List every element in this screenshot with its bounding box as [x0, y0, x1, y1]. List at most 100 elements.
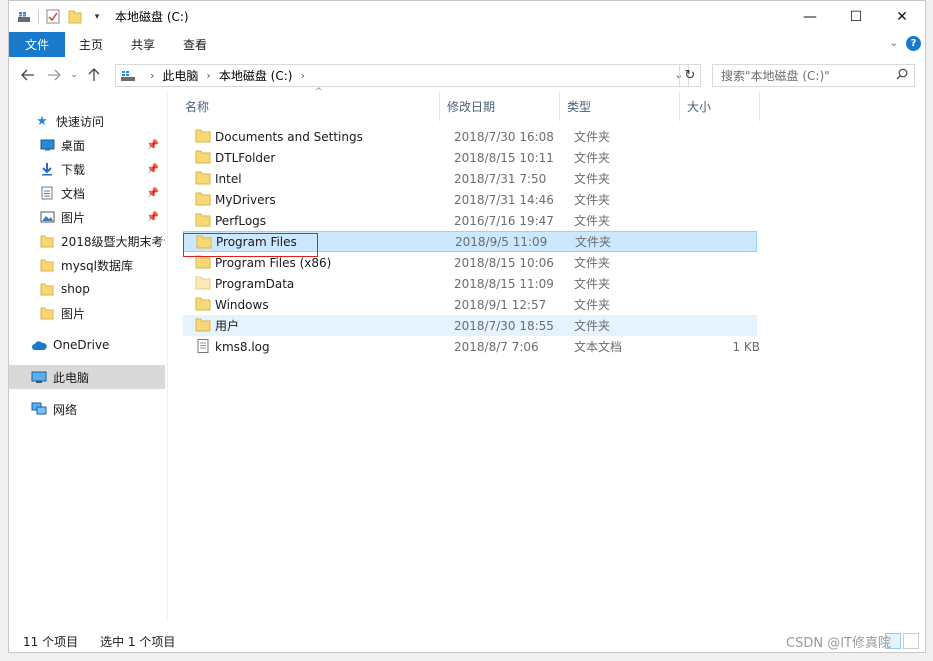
vertical-scrollbar[interactable]	[917, 91, 925, 621]
tab-file[interactable]: 文件	[9, 32, 66, 57]
tab-share[interactable]: 共享	[117, 32, 169, 57]
file-type: 文件夹	[574, 193, 611, 207]
table-row[interactable]: Documents and Settings 2018/7/30 16:08 文…	[183, 126, 757, 147]
tab-view[interactable]: 查看	[169, 32, 221, 57]
pin-icon[interactable]: 📌	[147, 164, 159, 175]
tab-home[interactable]: 主页	[65, 32, 117, 57]
sidebar-item-downloads[interactable]: 下载 📌	[9, 157, 165, 181]
breadcrumb-local-disk[interactable]: 本地磁盘 (C:)	[219, 67, 293, 84]
document-icon	[39, 185, 55, 201]
table-row[interactable]: ProgramData 2018/8/15 11:09 文件夹	[183, 273, 757, 294]
table-row[interactable]: MyDrivers 2018/7/31 14:46 文件夹	[183, 189, 757, 210]
sidebar-item-folder-exam[interactable]: 2018级暨大期末考试	[9, 229, 165, 253]
table-row[interactable]: kms8.log 2018/8/7 7:06 文本文档 1 KB	[183, 336, 760, 357]
folder-icon	[195, 150, 211, 164]
selected-count: 选中 1 个项目	[100, 634, 176, 649]
sidebar-item-pictures[interactable]: 图片 📌	[9, 205, 165, 229]
sidebar-item-folder-shop[interactable]: shop	[9, 277, 165, 301]
file-name: DTLFolder	[215, 150, 276, 165]
table-row[interactable]: DTLFolder 2018/8/15 10:11 文件夹	[183, 147, 757, 168]
table-row[interactable]: Intel 2018/7/31 7:50 文件夹	[183, 168, 757, 189]
table-row-hover[interactable]: 用户 2018/7/30 18:55 文件夹	[183, 315, 757, 336]
sidebar-item-label: OneDrive	[53, 338, 110, 352]
folder-icon	[195, 213, 211, 227]
file-date: 2018/8/15 11:09	[454, 276, 554, 291]
file-name: PerfLogs	[215, 213, 267, 228]
forward-arrow-icon	[48, 69, 61, 81]
chevron-right-icon[interactable]: ›	[206, 69, 210, 82]
file-name: Documents and Settings	[215, 129, 363, 144]
back-button[interactable]	[15, 63, 41, 87]
explorer-window: ▾ 本地磁盘 (C:) — ☐ ✕ 文件 主页 共享 查看 ⌄ ? ⌄ › 此电…	[8, 0, 926, 653]
properties-icon[interactable]	[45, 9, 61, 25]
pin-icon[interactable]: 📌	[147, 140, 159, 151]
column-header-label: 名称	[185, 99, 210, 114]
back-arrow-icon	[21, 69, 34, 81]
new-folder-icon[interactable]	[67, 9, 83, 25]
customize-dropdown-icon[interactable]: ▾	[89, 9, 105, 25]
sort-ascending-icon: ^	[315, 87, 323, 97]
sidebar-item-label: 2018级暨大期末考试	[61, 234, 165, 249]
column-header-label: 修改日期	[447, 99, 496, 114]
folder-icon	[195, 297, 211, 311]
sidebar-item-this-pc[interactable]: 此电脑	[9, 365, 165, 389]
sidebar-item-label: shop	[61, 282, 90, 296]
column-header-label: 类型	[567, 99, 592, 114]
sidebar-item-network[interactable]: 网络	[9, 397, 165, 421]
maximize-button[interactable]: ☐	[833, 1, 879, 32]
file-date: 2018/8/7 7:06	[454, 339, 539, 354]
sidebar-item-label: 此电脑	[53, 370, 90, 385]
file-name: MyDrivers	[215, 192, 276, 207]
refresh-button[interactable]: ↻	[679, 64, 701, 87]
item-count: 11 个项目	[23, 634, 79, 649]
file-date: 2018/7/30 16:08	[454, 129, 554, 144]
star-icon: ★	[36, 113, 48, 129]
chevron-right-icon[interactable]: ›	[300, 69, 304, 82]
file-type: 文件夹	[575, 235, 612, 249]
help-icon[interactable]: ?	[906, 36, 921, 51]
address-bar[interactable]: › 此电脑 › 本地磁盘 (C:) › ⌄	[115, 64, 689, 87]
sidebar-item-folder-pictures[interactable]: 图片	[9, 301, 165, 325]
search-placeholder: 搜索"本地磁盘 (C:)"	[721, 69, 830, 83]
sidebar-item-documents[interactable]: 文档 📌	[9, 181, 165, 205]
recent-locations-icon[interactable]: ⌄	[67, 63, 81, 87]
column-header-date[interactable]: 修改日期	[440, 91, 560, 121]
file-type: 文件夹	[574, 319, 611, 333]
toolbar-separator	[38, 9, 39, 24]
picture-icon	[39, 209, 55, 225]
network-icon	[31, 401, 47, 417]
expand-ribbon-icon[interactable]: ⌄	[890, 38, 898, 49]
file-type: 文件夹	[574, 256, 611, 270]
file-size: 1 KB	[732, 339, 760, 354]
file-name: Program Files (x86)	[215, 255, 332, 270]
folder-icon	[195, 192, 211, 206]
file-name: 用户	[215, 319, 240, 333]
pin-icon[interactable]: 📌	[147, 188, 159, 199]
sidebar-item-label: 快速访问	[56, 114, 105, 129]
pin-icon[interactable]: 📌	[147, 212, 159, 223]
breadcrumb-this-pc[interactable]: 此电脑	[162, 67, 198, 84]
minimize-button[interactable]: —	[787, 1, 833, 32]
sidebar-item-quick-access[interactable]: ★ 快速访问	[9, 109, 165, 133]
column-header-type[interactable]: 类型	[560, 91, 680, 121]
forward-button[interactable]	[41, 63, 67, 87]
file-date: 2018/7/31 7:50	[454, 171, 547, 186]
up-button[interactable]	[81, 63, 107, 87]
sidebar-item-onedrive[interactable]: OneDrive	[9, 333, 165, 357]
close-button[interactable]: ✕	[879, 1, 925, 32]
window-title: 本地磁盘 (C:)	[115, 10, 189, 24]
table-row[interactable]: PerfLogs 2016/7/16 19:47 文件夹	[183, 210, 757, 231]
sidebar-item-desktop[interactable]: 桌面 📌	[9, 133, 165, 157]
sidebar-item-folder-mysql[interactable]: mysql数据库	[9, 253, 165, 277]
column-header-size[interactable]: 大小	[680, 91, 760, 121]
computer-icon	[31, 369, 47, 385]
file-type: 文件夹	[574, 298, 611, 312]
table-row[interactable]: Windows 2018/9/1 12:57 文件夹	[183, 294, 757, 315]
download-icon	[39, 161, 55, 177]
column-header-name[interactable]: 名称 ^	[178, 87, 440, 121]
background-strip-right	[926, 0, 933, 661]
search-input[interactable]: 搜索"本地磁盘 (C:)"	[712, 64, 915, 87]
file-type: 文本文档	[574, 340, 623, 354]
folder-icon	[39, 305, 55, 321]
large-icons-view-icon[interactable]	[903, 633, 919, 649]
